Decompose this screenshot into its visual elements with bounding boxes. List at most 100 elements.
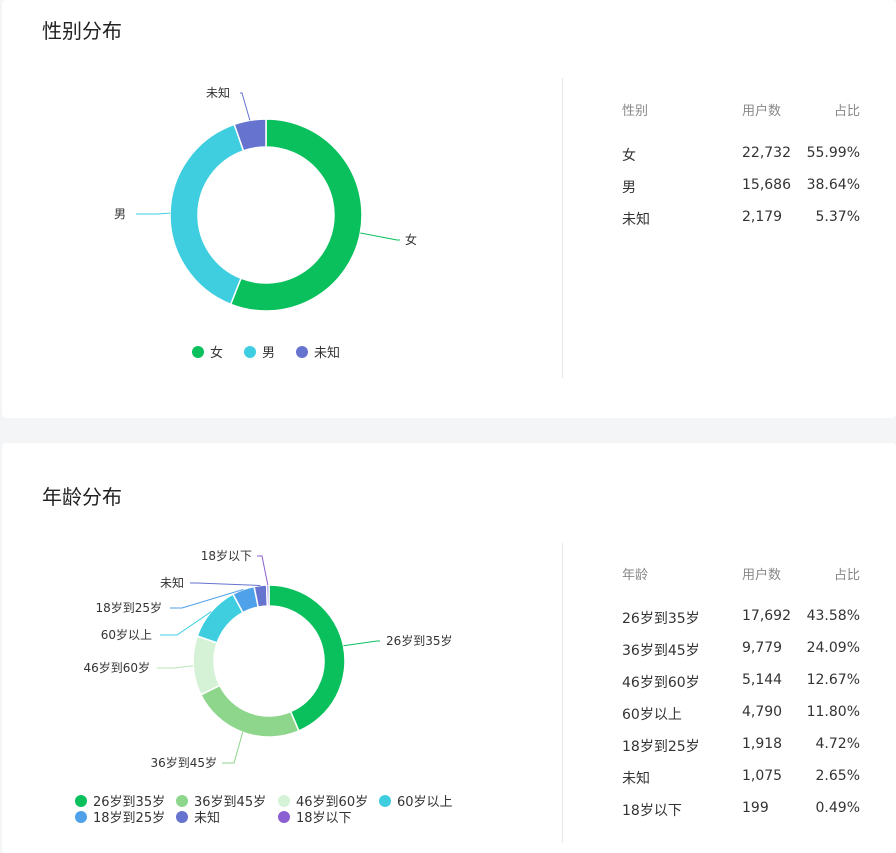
gender-legend-item-0[interactable]: 女 xyxy=(192,342,223,361)
age-slice-label-2: 46岁到60岁 xyxy=(83,660,150,675)
gender-slice-label-2: 未知 xyxy=(206,86,230,100)
age-cell: 24.09% xyxy=(806,640,860,656)
age-slice-label-1: 36岁到45岁 xyxy=(150,755,217,770)
gender-legend-label: 未知 xyxy=(314,346,341,361)
age-cell: 12.67% xyxy=(806,672,860,688)
table-row: 36岁到45岁 9,779 24.09% xyxy=(622,640,860,660)
age-cell: 17,692 xyxy=(742,608,791,624)
age-cell: 43.58% xyxy=(806,608,860,624)
age-legend-item-4[interactable]: 18岁到25岁 xyxy=(75,807,165,826)
gender-legend-dot xyxy=(192,345,204,358)
gender-leader-0 xyxy=(360,232,400,241)
age-legend-dot xyxy=(176,810,188,823)
age-slice-label-0: 26岁到35岁 xyxy=(386,633,453,648)
table-row: 男 15,686 38.64% xyxy=(622,177,860,197)
age-legend-dot xyxy=(75,810,87,823)
age-table-header: 年龄 用户数 占比 xyxy=(622,564,860,584)
gender-legend-item-2[interactable]: 未知 xyxy=(296,342,340,361)
age-legend-item-6[interactable]: 18岁以下 xyxy=(278,807,352,826)
age-slice-0[interactable] xyxy=(268,584,346,732)
gender-divider xyxy=(562,78,563,378)
gender-cell: 38.64% xyxy=(806,177,860,193)
gender-cell: 男 xyxy=(622,180,636,196)
age-divider xyxy=(562,543,563,843)
gender-legend-label: 女 xyxy=(210,346,224,361)
gender-table-header: 性别 用户数 占比 xyxy=(622,100,860,120)
age-leader-2 xyxy=(157,665,194,669)
age-legend-dot xyxy=(278,794,290,807)
age-header-cell: 年龄 xyxy=(622,568,649,583)
gender-cell: 55.99% xyxy=(806,145,860,161)
age-leader-0 xyxy=(343,640,380,647)
age-cell: 2.65% xyxy=(815,768,860,784)
age-cell: 5,144 xyxy=(742,672,783,688)
age-header-cell: 用户数 xyxy=(742,568,782,583)
age-cell: 9,779 xyxy=(742,640,783,656)
age-cell: 1,918 xyxy=(742,736,783,752)
age-legend-item-5[interactable]: 未知 xyxy=(176,807,220,826)
gender-legend-dot xyxy=(244,345,256,358)
gender-leader-1 xyxy=(136,212,171,215)
age-cell: 11.80% xyxy=(806,704,860,720)
age-cell: 26岁到35岁 xyxy=(622,611,700,627)
age-slice-label-5: 未知 xyxy=(160,576,184,590)
age-legend-label: 60岁以上 xyxy=(397,795,453,810)
table-row: 46岁到60岁 5,144 12.67% xyxy=(622,672,860,692)
age-leader-1 xyxy=(222,732,244,764)
gender-legend-item-1[interactable]: 男 xyxy=(244,342,275,361)
age-legend-dot xyxy=(75,794,87,807)
age-cell: 36岁到45岁 xyxy=(622,643,700,659)
table-row: 未知 1,075 2.65% xyxy=(622,768,860,788)
age-cell: 60岁以上 xyxy=(622,707,682,723)
age-leader-5 xyxy=(190,582,261,586)
age-leader-6 xyxy=(257,555,269,586)
gender-card: 性别分布 女男未知 女男未知 性别 用户数 占比女 22,732 55.99% 男 15,6… xyxy=(2,0,896,418)
age-cell: 4.72% xyxy=(815,736,860,752)
age-card: 年龄分布 26岁到35岁 36岁到45岁 46岁到60岁 60岁以上 18岁到25岁 未知… xyxy=(2,443,896,853)
gender-legend-label: 男 xyxy=(262,346,276,361)
table-row: 未知 2,179 5.37% xyxy=(622,209,860,229)
age-cell: 4,790 xyxy=(742,704,783,720)
gender-leader-2 xyxy=(240,92,251,121)
age-legend-label: 未知 xyxy=(194,811,221,826)
age-cell: 46岁到60岁 xyxy=(622,675,700,691)
table-row: 18岁以下 199 0.49% xyxy=(622,800,860,820)
age-legend-dot xyxy=(379,794,391,807)
gender-header-cell: 占比 xyxy=(833,104,860,119)
age-legend-label: 18岁以下 xyxy=(296,811,352,826)
gender-slice-1[interactable] xyxy=(169,123,245,306)
age-header-cell: 占比 xyxy=(833,568,860,583)
age-slice-2[interactable] xyxy=(192,635,221,696)
gender-legend-dot xyxy=(296,345,308,358)
gender-cell: 2,179 xyxy=(742,209,783,225)
gender-slice-label-1: 男 xyxy=(114,207,126,221)
gender-cell: 22,732 xyxy=(742,145,791,161)
table-row: 女 22,732 55.99% xyxy=(622,145,860,165)
table-row: 60岁以上 4,790 11.80% xyxy=(622,704,860,724)
gender-cell: 未知 xyxy=(622,212,650,228)
age-slice-label-3: 60岁以上 xyxy=(101,627,152,642)
age-legend-dot xyxy=(176,794,188,807)
gender-donut-chart: 女 男 未知 xyxy=(114,86,417,312)
age-legend-item-3[interactable]: 60岁以上 xyxy=(379,791,453,810)
age-cell: 199 xyxy=(742,800,769,816)
age-cell: 18岁到25岁 xyxy=(622,739,700,755)
gender-slice-label-0: 女 xyxy=(405,232,417,247)
age-cell: 18岁以下 xyxy=(622,803,682,819)
gender-cell: 15,686 xyxy=(742,177,791,193)
table-row: 18岁到25岁 1,918 4.72% xyxy=(622,736,860,756)
age-cell: 未知 xyxy=(622,771,650,787)
gender-cell: 5.37% xyxy=(815,209,860,225)
table-row: 26岁到35岁 17,692 43.58% xyxy=(622,608,860,628)
age-slice-label-4: 18岁到25岁 xyxy=(95,600,162,615)
gender-header-cell: 性别 xyxy=(622,104,649,119)
gender-header-cell: 用户数 xyxy=(742,104,782,119)
age-legend-label: 18岁到25岁 xyxy=(93,811,166,826)
age-legend-dot xyxy=(278,810,290,823)
age-cell: 1,075 xyxy=(742,768,783,784)
age-slice-6[interactable] xyxy=(265,584,270,607)
age-slice-1[interactable] xyxy=(199,684,300,738)
age-cell: 0.49% xyxy=(815,800,860,816)
age-slice-label-6: 18岁以下 xyxy=(201,548,252,563)
gender-cell: 女 xyxy=(622,148,636,164)
